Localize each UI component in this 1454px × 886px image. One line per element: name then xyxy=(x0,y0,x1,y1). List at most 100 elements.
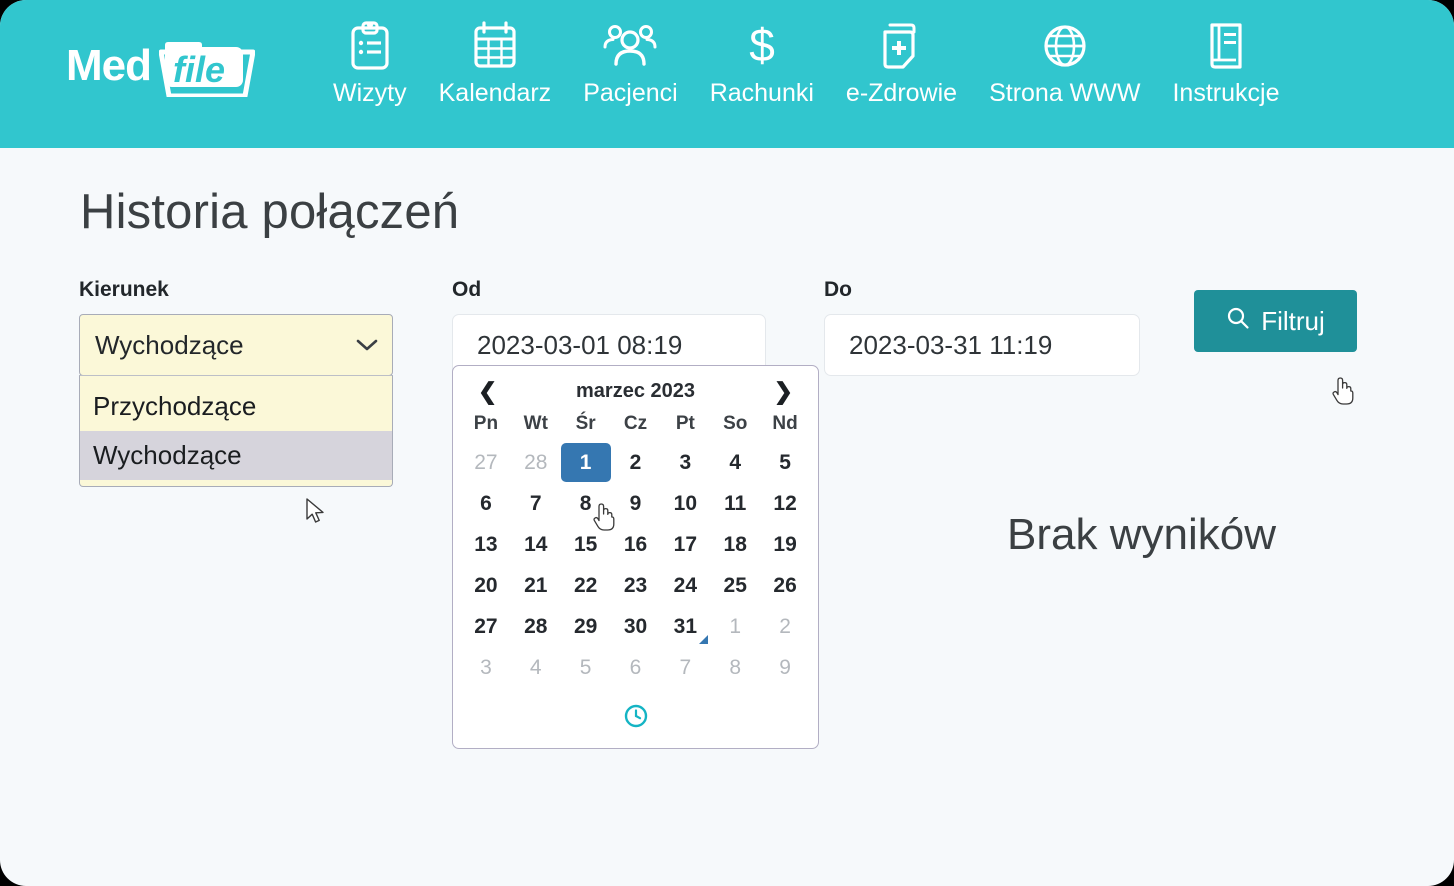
calendar-week-row: 20 21 22 23 24 25 26 xyxy=(461,566,810,605)
weekday-pt: Pt xyxy=(675,413,695,434)
calendar-day[interactable]: 3 xyxy=(461,648,511,687)
nav-label-pacjenci: Pacjenci xyxy=(583,79,678,107)
calendar-day[interactable]: 6 xyxy=(611,648,661,687)
kierunek-options-menu: Przychodzące Wychodzące xyxy=(79,375,393,488)
filters-row: Kierunek Wychodzące Przychodzące Wychodz… xyxy=(0,278,1454,749)
calendar-day[interactable]: 30 xyxy=(611,607,661,646)
calendar-day[interactable]: 11 xyxy=(710,484,760,523)
calendar-week-row: 27 28 1 2 3 4 5 xyxy=(461,443,810,482)
calendar-day[interactable]: 1 xyxy=(560,443,611,482)
nav-label-wizyty: Wizyty xyxy=(333,79,407,107)
calendar-day[interactable]: 9 xyxy=(611,484,661,523)
filter-button-label: Filtruj xyxy=(1261,305,1325,336)
kierunek-option-wychodzace[interactable]: Wychodzące xyxy=(80,431,392,481)
calendar-day[interactable]: 6 xyxy=(461,484,511,523)
calendar-day[interactable]: 9 xyxy=(760,648,810,687)
nav-label-kalendarz: Kalendarz xyxy=(438,79,552,107)
top-navigation-bar: Med file Wizyty Kalendarz Pacjenci $ Rac… xyxy=(0,0,1454,148)
calendar-header: ❮ marzec 2023 ❯ xyxy=(461,376,810,413)
calendar-day[interactable]: 24 xyxy=(660,566,710,605)
calendar-day[interactable]: 27 xyxy=(461,443,511,482)
do-date-input[interactable]: 2023-03-31 11:19 xyxy=(824,314,1140,376)
nav-item-instrukcje[interactable]: Instrukcje xyxy=(1156,18,1295,108)
calendar-grid: 27 28 1 2 3 4 5 6 7 8 9 10 11 12 13 14 15 16 17 18 19 20 21 22 2… xyxy=(461,443,810,687)
weekday-wt: Wt xyxy=(523,413,548,434)
calendar-day[interactable]: 7 xyxy=(511,484,561,523)
nav-label-strona-www: Strona WWW xyxy=(989,79,1141,107)
calendar-day[interactable]: 15 xyxy=(561,525,611,564)
calendar-day[interactable]: 5 xyxy=(760,443,810,482)
calendar-day[interactable]: 19 xyxy=(760,525,810,564)
do-field: Do 2023-03-31 11:19 xyxy=(824,278,1140,376)
calendar-weekday-row: Pn Wt Śr Cz Pt So Nd xyxy=(461,413,810,443)
no-results-message: Brak wyników xyxy=(1007,510,1276,559)
calendar-day[interactable]: 3 xyxy=(660,443,710,482)
kierunek-select[interactable]: Wychodzące xyxy=(79,314,393,376)
kierunek-selected-value: Wychodzące xyxy=(95,329,244,360)
next-month-icon[interactable]: ❯ xyxy=(774,380,793,403)
calendar-week-row: 13 14 15 16 17 18 19 xyxy=(461,525,810,564)
svg-text:$: $ xyxy=(749,19,775,71)
do-label: Do xyxy=(824,278,852,301)
kierunek-label: Kierunek xyxy=(79,278,169,301)
calendar-day[interactable]: 21 xyxy=(511,566,561,605)
people-icon xyxy=(603,18,657,74)
filter-button[interactable]: Filtruj xyxy=(1194,290,1357,352)
nav-label-instrukcje: Instrukcje xyxy=(1172,79,1280,107)
logo-file-badge: file xyxy=(159,35,255,97)
calendar-day[interactable]: 27 xyxy=(461,607,511,646)
calendar-day[interactable]: 14 xyxy=(511,525,561,564)
calendar-day[interactable]: 10 xyxy=(660,484,710,523)
book-icon xyxy=(1202,18,1250,74)
weekday-nd: Nd xyxy=(772,413,798,434)
calendar-day[interactable]: 8 xyxy=(561,484,611,523)
calendar-day[interactable]: 31 xyxy=(660,607,710,646)
nav-item-rachunki[interactable]: $ Rachunki xyxy=(694,18,830,108)
medical-document-icon xyxy=(877,18,927,74)
page-body: Historia połączeń Kierunek Wychodzące Pr… xyxy=(0,184,1454,749)
calendar-day[interactable]: 5 xyxy=(561,648,611,687)
calendar-icon xyxy=(471,18,519,74)
logo[interactable]: Med file xyxy=(66,34,255,98)
nav-item-ezdrowie[interactable]: e-Zdrowie xyxy=(830,18,973,108)
calendar-day[interactable]: 16 xyxy=(611,525,661,564)
prev-month-icon[interactable]: ❮ xyxy=(478,380,497,403)
chevron-down-icon xyxy=(356,334,378,356)
calendar-day[interactable]: 18 xyxy=(710,525,760,564)
calendar-day[interactable]: 13 xyxy=(461,525,511,564)
weekday-pn: Pn xyxy=(473,413,499,434)
calendar-day[interactable]: 28 xyxy=(511,443,561,482)
calendar-day[interactable]: 8 xyxy=(710,648,760,687)
dollar-icon: $ xyxy=(742,18,782,74)
calendar-day[interactable]: 7 xyxy=(660,648,710,687)
calendar-day[interactable]: 25 xyxy=(710,566,760,605)
calendar-day[interactable]: 22 xyxy=(561,566,611,605)
calendar-month-label: marzec 2023 xyxy=(576,380,695,402)
nav-item-kalendarz[interactable]: Kalendarz xyxy=(423,18,568,108)
nav-item-wizyty[interactable]: Wizyty xyxy=(317,18,423,108)
nav-item-strona-www[interactable]: Strona WWW xyxy=(973,18,1156,108)
calendar-week-row: 6 7 8 9 10 11 12 xyxy=(461,484,810,523)
calendar-day[interactable]: 17 xyxy=(660,525,710,564)
calendar-day[interactable]: 23 xyxy=(611,566,661,605)
calendar-day[interactable]: 26 xyxy=(760,566,810,605)
kierunek-field: Kierunek Wychodzące Przychodzące Wychodz… xyxy=(79,278,393,488)
calendar-day[interactable]: 20 xyxy=(461,566,511,605)
calendar-day[interactable]: 12 xyxy=(760,484,810,523)
calendar-day[interactable]: 4 xyxy=(710,443,760,482)
date-picker-popup: ❮ marzec 2023 ❯ Pn Wt Śr Cz Pt So Nd 27 2… xyxy=(452,365,819,749)
calendar-footer xyxy=(461,689,810,740)
calendar-day[interactable]: 2 xyxy=(760,607,810,646)
calendar-day[interactable]: 2 xyxy=(611,443,661,482)
calendar-week-row: 3456789 xyxy=(461,648,810,687)
clipboard-icon xyxy=(347,18,393,74)
clock-icon[interactable] xyxy=(623,703,649,734)
calendar-day[interactable]: 4 xyxy=(511,648,561,687)
kierunek-option-przychodzace[interactable]: Przychodzące xyxy=(80,382,392,431)
calendar-day[interactable]: 29 xyxy=(561,607,611,646)
nav-item-pacjenci[interactable]: Pacjenci xyxy=(567,18,694,108)
calendar-day[interactable]: 28 xyxy=(511,607,561,646)
weekday-sr: Śr xyxy=(575,413,596,434)
calendar-day[interactable]: 1 xyxy=(710,607,760,646)
globe-icon xyxy=(1040,18,1090,74)
